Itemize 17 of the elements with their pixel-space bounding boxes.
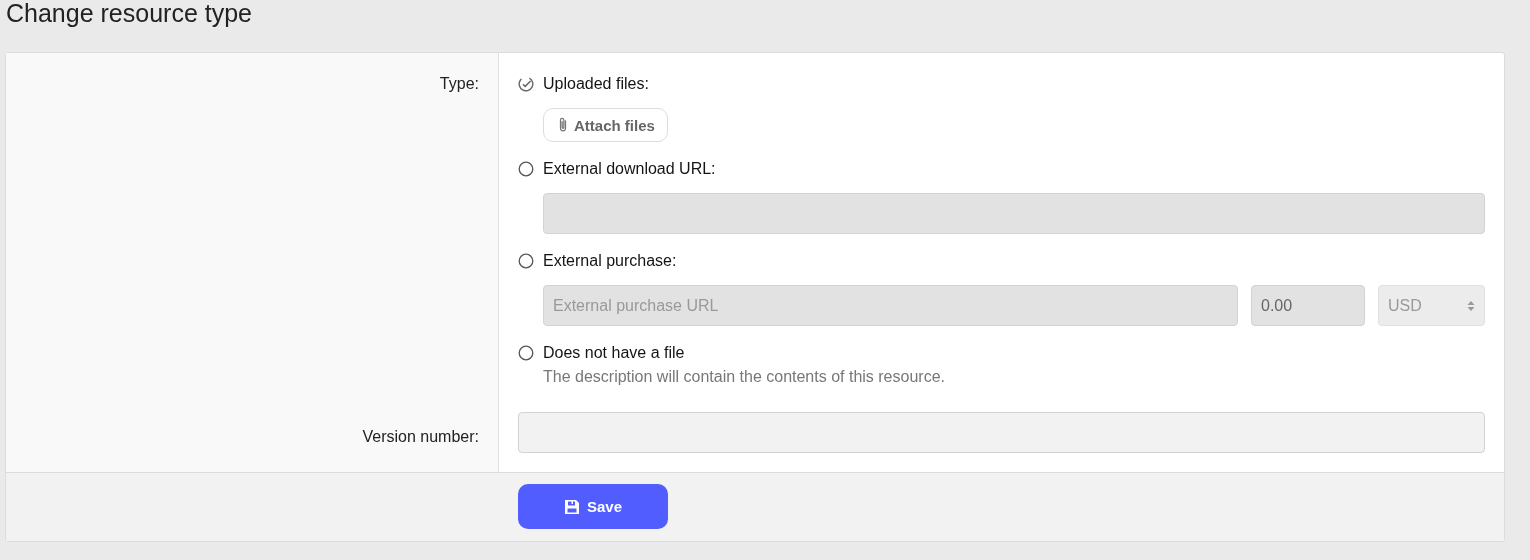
option-label[interactable]: External purchase:: [543, 249, 677, 273]
field-label: Type:: [439, 75, 479, 92]
sort-arrows-icon: [1467, 299, 1475, 312]
radio-button[interactable]: [518, 253, 534, 269]
radio-button[interactable]: [518, 345, 534, 361]
save-button[interactable]: Save: [518, 484, 668, 529]
option-hint: The description will contain the contents of this resource.: [543, 367, 946, 387]
paperclip-icon: [558, 116, 568, 134]
option-label[interactable]: Does not have a file: [543, 341, 685, 365]
radio-button[interactable]: [518, 161, 534, 177]
field-label: Version number:: [362, 427, 479, 447]
option-label[interactable]: Uploaded files:: [543, 72, 649, 96]
option-label[interactable]: External download URL:: [543, 157, 716, 181]
check-circle-icon[interactable]: [518, 76, 534, 92]
attach-files-button[interactable]: Attach files: [543, 108, 668, 142]
page-title: Change resource type: [5, 0, 253, 29]
version-number-field[interactable]: [518, 412, 1485, 453]
